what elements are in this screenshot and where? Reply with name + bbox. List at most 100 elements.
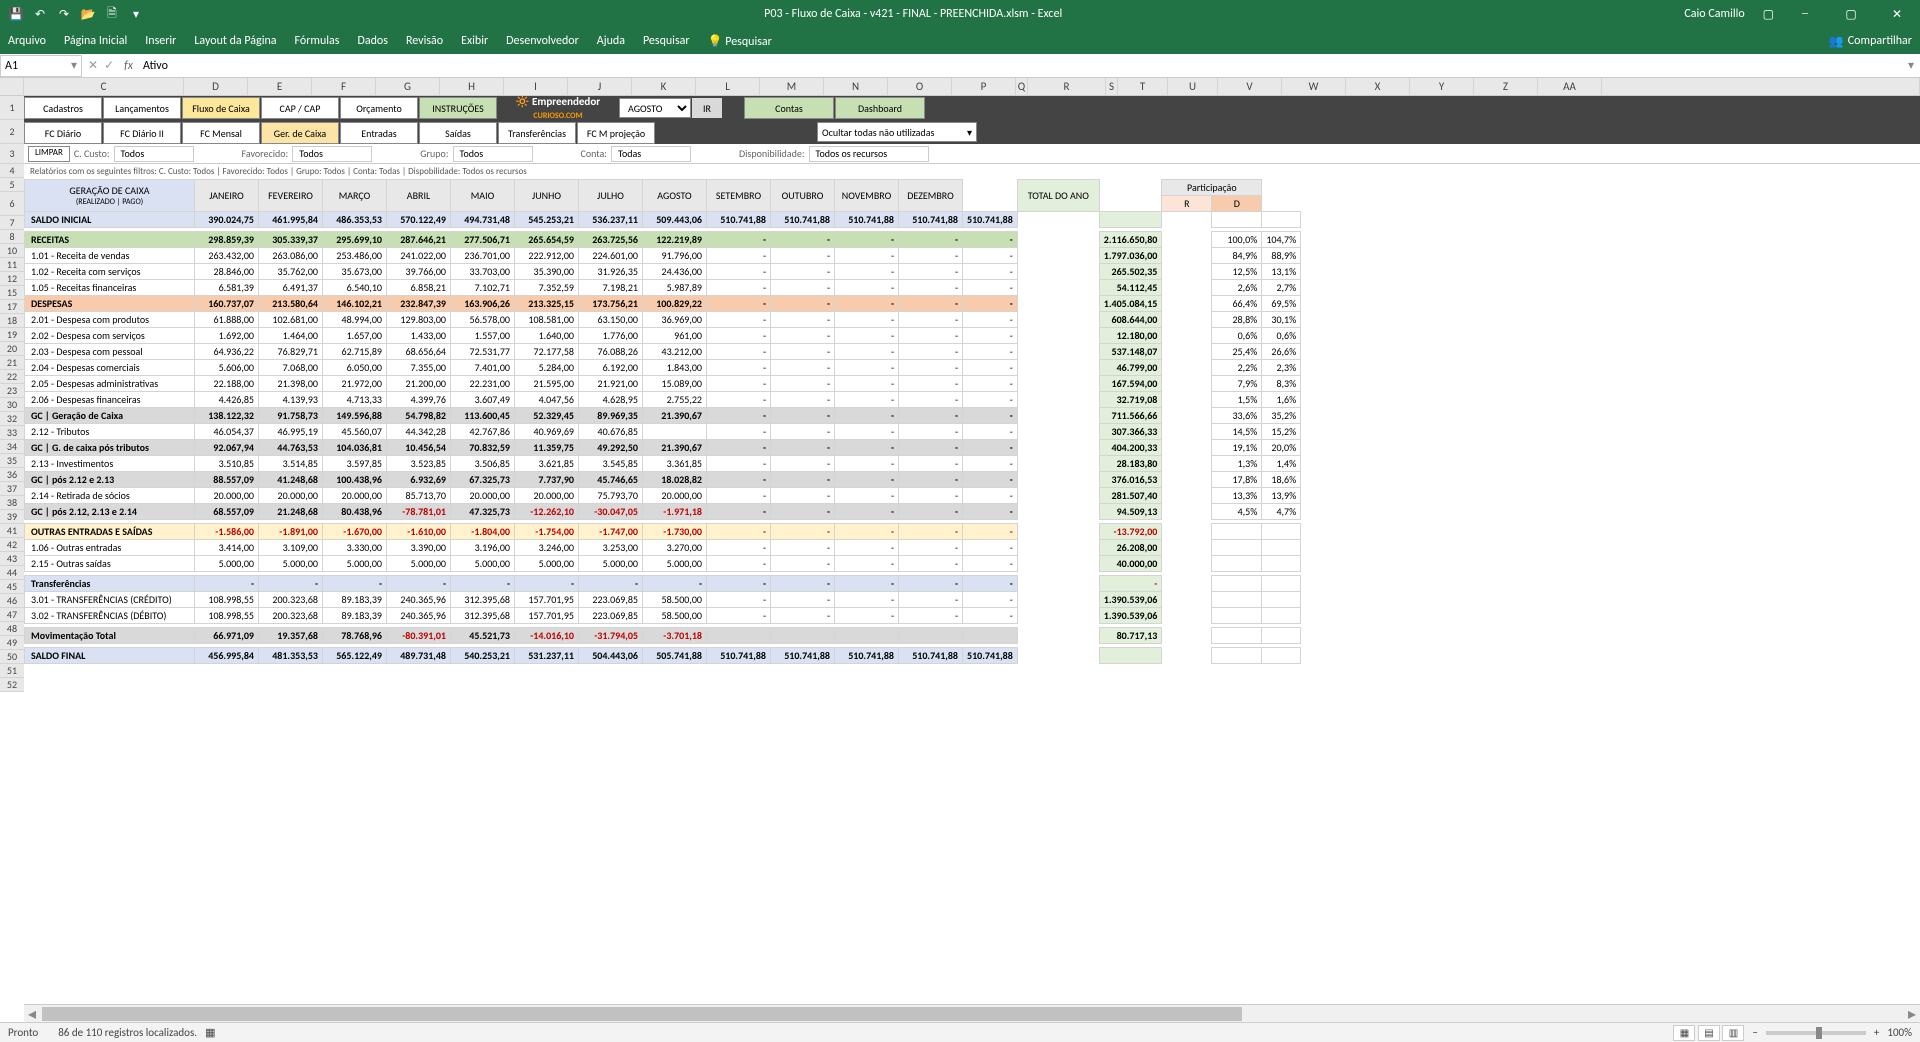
- row-transf[interactable]: Transferências--------------: [25, 576, 1301, 592]
- row-header-23[interactable]: 23: [0, 384, 24, 398]
- close-button[interactable]: ✕: [1874, 0, 1920, 28]
- btn-ir[interactable]: IR: [692, 98, 722, 118]
- row-header-50[interactable]: 50: [0, 650, 24, 664]
- row-header-37[interactable]: 37: [0, 482, 24, 496]
- col-header-S[interactable]: S: [1106, 78, 1118, 95]
- cancel-formula-icon[interactable]: ✕: [88, 58, 98, 73]
- btn-dashboard[interactable]: Dashboard: [835, 97, 925, 119]
- qat-dropdown-icon[interactable]: ▾: [128, 7, 144, 22]
- share-button[interactable]: 👥 Compartilhar: [1829, 34, 1912, 49]
- btn-entradas[interactable]: Entradas: [340, 122, 418, 144]
- row-header-45[interactable]: 45: [0, 580, 24, 594]
- maximize-button[interactable]: ▢: [1828, 0, 1874, 28]
- view-layout-icon[interactable]: ▤: [1698, 1025, 1720, 1041]
- col-header-Q[interactable]: Q: [1016, 78, 1028, 95]
- col-header-V[interactable]: V: [1218, 78, 1282, 95]
- btn-lancamentos[interactable]: Lançamentos: [103, 97, 181, 119]
- zoom-level[interactable]: 100%: [1887, 1026, 1912, 1039]
- redo-icon[interactable]: ↷: [56, 7, 72, 22]
- tab-pesquisar[interactable]: Pesquisar: [643, 34, 690, 48]
- row-saldo_inicial[interactable]: SALDO INICIAL390.024,75461.995,84486.353…: [25, 212, 1301, 228]
- row-header-38[interactable]: 38: [0, 496, 24, 510]
- btn-limpar[interactable]: LIMPAR: [28, 146, 70, 162]
- sheet-content[interactable]: Cadastros Lançamentos Fluxo de Caixa CAP…: [24, 96, 1920, 1002]
- ocultar-dropdown[interactable]: Ocultar todas não utilizadas▾: [817, 122, 977, 142]
- row-gc3[interactable]: GC | pós 2.12 e 2.1388.557,0941.248,6810…: [25, 472, 1301, 488]
- macro-record-icon[interactable]: ▦: [205, 1026, 215, 1039]
- tab-formulas[interactable]: Fórmulas: [295, 34, 340, 48]
- minimize-button[interactable]: ─: [1782, 0, 1828, 28]
- row-header-19[interactable]: 19: [0, 328, 24, 342]
- new-icon[interactable]: 🗎: [104, 4, 120, 25]
- row-header-7[interactable]: 7: [0, 216, 24, 230]
- row-header-5[interactable]: 5: [0, 178, 24, 192]
- select-all-corner[interactable]: [0, 78, 24, 95]
- btn-cap[interactable]: CAP / CAP: [261, 97, 339, 119]
- btn-fc-mensal[interactable]: FC Mensal: [182, 122, 260, 144]
- btn-fluxo-caixa[interactable]: Fluxo de Caixa: [182, 97, 260, 119]
- col-header-G[interactable]: G: [376, 78, 440, 95]
- row-header-36[interactable]: 36: [0, 468, 24, 482]
- btn-instrucoes[interactable]: INSTRUÇÕES: [419, 97, 497, 119]
- row-o106[interactable]: 1.06 - Outras entradas3.414,003.109,003.…: [25, 540, 1301, 556]
- formula-expand-icon[interactable]: ▾: [1902, 58, 1920, 73]
- tab-inserir[interactable]: Inserir: [145, 34, 176, 48]
- fx-icon[interactable]: fx: [120, 59, 137, 73]
- btn-cadastros[interactable]: Cadastros: [24, 97, 102, 119]
- row-header-15[interactable]: 15: [0, 286, 24, 300]
- row-header-47[interactable]: 47: [0, 608, 24, 622]
- row-d202[interactable]: 2.02 - Despesa com serviços1.692,001.464…: [25, 328, 1301, 344]
- row-header-4[interactable]: 4: [0, 164, 24, 178]
- col-header-L[interactable]: L: [696, 78, 760, 95]
- row-gc1[interactable]: GC | Geração de Caixa138.122,3291.758,73…: [25, 408, 1301, 424]
- row-header-11[interactable]: 11: [0, 258, 24, 272]
- col-header-M[interactable]: M: [760, 78, 824, 95]
- row-trib[interactable]: 2.12 - Tributos46.054,3746.995,1945.560,…: [25, 424, 1301, 440]
- row-d203[interactable]: 2.03 - Despesa com pessoal64.936,2276.82…: [25, 344, 1301, 360]
- user-name[interactable]: Caio Camillo: [1674, 7, 1754, 21]
- row-header-43[interactable]: 43: [0, 552, 24, 566]
- filter-favorecido[interactable]: Todos: [292, 146, 372, 162]
- btn-orcamento[interactable]: Orçamento: [340, 97, 418, 119]
- row-header-20[interactable]: 20: [0, 342, 24, 356]
- row-header-51[interactable]: 51: [0, 664, 24, 678]
- row-inv[interactable]: 2.13 - Investimentos3.510,853.514,853.59…: [25, 456, 1301, 472]
- col-header-D[interactable]: D: [184, 78, 248, 95]
- row-header-34[interactable]: 34: [0, 440, 24, 454]
- row-header-52[interactable]: 52: [0, 678, 24, 692]
- col-header-X[interactable]: X: [1346, 78, 1410, 95]
- row-header-49[interactable]: 49: [0, 636, 24, 650]
- row-d205[interactable]: 2.05 - Despesas administrativas22.188,00…: [25, 376, 1301, 392]
- col-header-H[interactable]: H: [440, 78, 504, 95]
- btn-fc-projecao[interactable]: FC M projeção: [577, 122, 655, 144]
- col-header-K[interactable]: K: [632, 78, 696, 95]
- row-receitas[interactable]: RECEITAS298.859,39305.339,37295.699,1028…: [25, 232, 1301, 248]
- enter-formula-icon[interactable]: ✓: [104, 58, 114, 73]
- filter-disp[interactable]: Todos os recursos: [809, 146, 929, 162]
- view-pagebreak-icon[interactable]: ▥: [1722, 1025, 1744, 1041]
- col-header-I[interactable]: I: [504, 78, 568, 95]
- row-header-17[interactable]: 17: [0, 300, 24, 314]
- col-header-N[interactable]: N: [824, 78, 888, 95]
- month-select[interactable]: AGOSTO: [619, 98, 691, 118]
- row-header-48[interactable]: 48: [0, 622, 24, 636]
- tell-me[interactable]: 💡 Pesquisar: [708, 34, 772, 49]
- col-header-R[interactable]: R: [1028, 78, 1106, 95]
- row-gc2[interactable]: GC | G. de caixa pós tributos92.067,9444…: [25, 440, 1301, 456]
- row-d201[interactable]: 2.01 - Despesa com produtos61.888,00102.…: [25, 312, 1301, 328]
- btn-ger-caixa[interactable]: Ger. de Caixa: [261, 122, 339, 144]
- row-despesas[interactable]: DESPESAS160.737,07213.580,64146.102,2123…: [25, 296, 1301, 312]
- tab-layout[interactable]: Layout da Página: [194, 34, 276, 48]
- row-headers[interactable]: 1234567810111215171819202122233032333435…: [0, 96, 24, 692]
- btn-contas[interactable]: Contas: [744, 97, 834, 119]
- row-header-10[interactable]: 10: [0, 244, 24, 258]
- scroll-left-icon[interactable]: ◂: [24, 1004, 40, 1023]
- undo-icon[interactable]: ↶: [32, 7, 48, 22]
- row-ret[interactable]: 2.14 - Retirada de sócios20.000,0020.000…: [25, 488, 1301, 504]
- col-header-J[interactable]: J: [568, 78, 632, 95]
- row-outras[interactable]: OUTRAS ENTRADAS E SAÍDAS-1.586,00-1.891,…: [25, 524, 1301, 540]
- tab-arquivo[interactable]: Arquivo: [8, 34, 46, 48]
- col-header-C[interactable]: C: [24, 78, 184, 95]
- column-headers[interactable]: CDEFGHIJKLMNOPQRSTUVWXYZAA: [0, 78, 1920, 96]
- row-header-8[interactable]: 8: [0, 230, 24, 244]
